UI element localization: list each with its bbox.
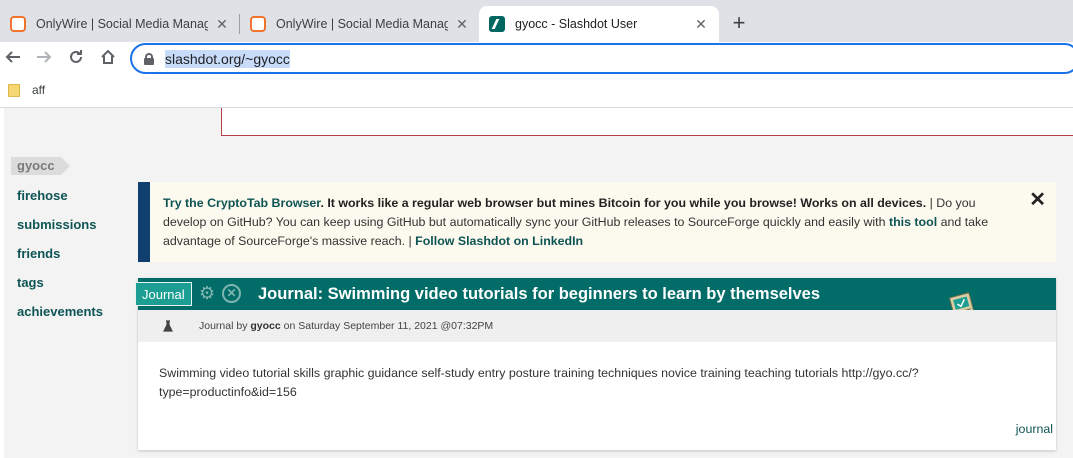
article-body: Swimming video tutorial skills graphic g… [159, 366, 919, 399]
byline-date: on Saturday September 11, 2021 @07:32PM [280, 320, 494, 332]
article-header: Journal ⚙ ✕ Journal: Swimming video tuto… [135, 278, 1056, 320]
slashdot-icon [489, 16, 505, 32]
folder-icon [8, 83, 20, 97]
lock-icon [144, 52, 154, 65]
home-button[interactable] [97, 48, 119, 70]
tab-title: OnlyWire | Social Media Manage [36, 17, 208, 31]
notice-separator: | [926, 196, 937, 210]
forward-button[interactable] [33, 48, 55, 70]
close-tab-icon[interactable]: ✕ [214, 16, 230, 32]
flask-icon [163, 320, 173, 332]
sidebar-item-achievements[interactable]: achievements [17, 303, 103, 332]
close-banner-icon[interactable]: ✕ [1029, 190, 1046, 210]
browser-toolbar: slashdot.org/~gyocc [0, 42, 1073, 75]
reload-button[interactable] [65, 48, 87, 70]
sidebar-item-firehose[interactable]: firehose [17, 187, 103, 216]
tab-strip: OnlyWire | Social Media Manage ✕ OnlyWir… [0, 0, 1073, 42]
page-content: gyocc firehose submissions friends tags … [0, 108, 1073, 458]
bookmark-label: aff [32, 83, 46, 97]
onlywire-icon [250, 16, 266, 32]
tab-title: OnlyWire | Social Media Manage [276, 17, 448, 31]
sidebar-item-friends[interactable]: friends [17, 245, 103, 274]
address-bar[interactable]: slashdot.org/~gyocc [130, 43, 1073, 74]
user-sidebar-nav: firehose submissions friends tags achiev… [17, 187, 103, 332]
article-byline: Journal by gyocc on Saturday September 1… [138, 310, 1056, 342]
notice-separator-2: | [405, 234, 416, 248]
close-tab-icon[interactable]: ✕ [693, 16, 709, 32]
announcement-banner: Try the CryptoTab Browser. It works like… [138, 182, 1056, 262]
this-tool-link[interactable]: this tool [889, 215, 937, 229]
page-left-edge [0, 108, 4, 458]
bookmark-aff[interactable]: aff [8, 83, 45, 97]
back-button[interactable] [2, 48, 24, 70]
cryptotab-link[interactable]: Try the CryptoTab Browser [163, 196, 320, 210]
author-link[interactable]: gyocc [250, 320, 280, 332]
journal-footer-link[interactable]: journal [1016, 422, 1053, 436]
forward-arrow-icon [37, 51, 52, 63]
reload-icon [70, 50, 82, 63]
sidebar-item-submissions[interactable]: submissions [17, 216, 103, 245]
journal-article: Journal ⚙ ✕ Journal: Swimming video tuto… [135, 278, 1056, 450]
ad-frame [221, 108, 1073, 136]
journal-badge[interactable]: Journal [135, 282, 192, 306]
tab-onlywire-1[interactable]: OnlyWire | Social Media Manage ✕ [0, 6, 240, 42]
follow-linkedin-link[interactable]: Follow Slashdot on LinkedIn [415, 234, 583, 248]
onlywire-icon [10, 16, 26, 32]
username-tag: gyocc [11, 157, 70, 175]
notice-bold-text: . It works like a regular web browser bu… [320, 196, 927, 210]
gear-icon[interactable]: ⚙ [199, 284, 217, 302]
new-tab-button[interactable]: + [727, 12, 751, 36]
byline-prefix: Journal by [199, 320, 251, 332]
article-title[interactable]: Journal: Swimming video tutorials for be… [258, 284, 820, 304]
url-text[interactable]: slashdot.org/~gyocc [165, 49, 290, 68]
bookmarks-bar: aff [0, 75, 1073, 108]
tab-slashdot[interactable]: gyocc - Slashdot User ✕ [479, 6, 719, 42]
back-arrow-icon [5, 51, 20, 63]
tab-onlywire-2[interactable]: OnlyWire | Social Media Manage ✕ [240, 6, 480, 42]
close-tab-icon[interactable]: ✕ [454, 16, 470, 32]
tab-title: gyocc - Slashdot User [515, 17, 638, 31]
home-icon [101, 49, 115, 64]
close-circle-icon[interactable]: ✕ [222, 284, 241, 303]
sidebar-item-tags[interactable]: tags [17, 274, 103, 303]
